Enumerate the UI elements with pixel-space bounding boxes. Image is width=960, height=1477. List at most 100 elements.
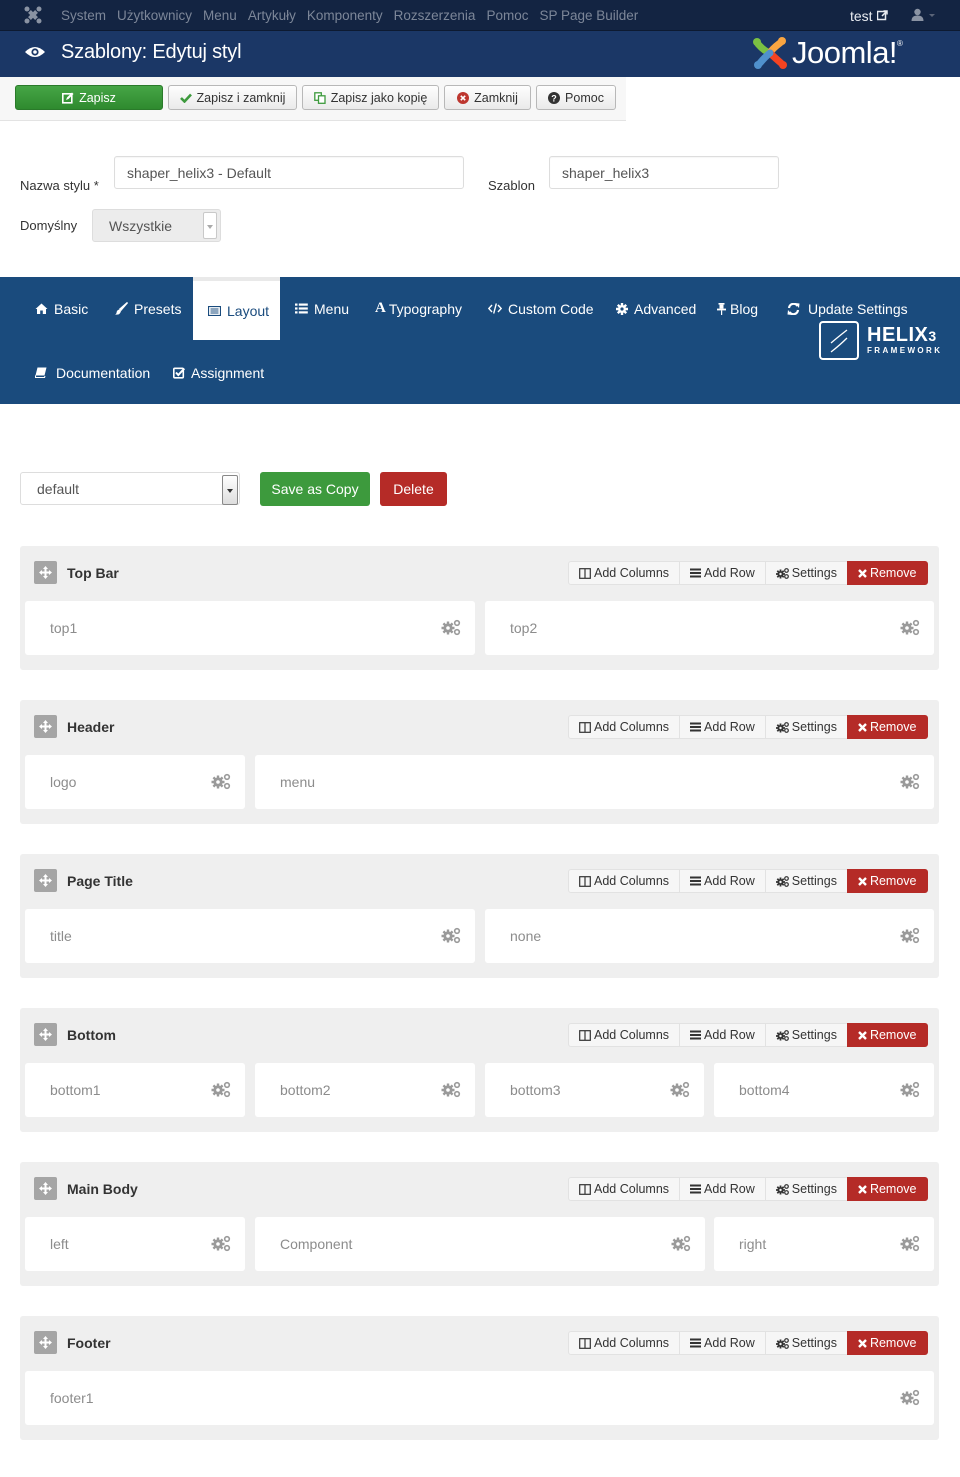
row-title: Page Title	[67, 872, 133, 889]
column-settings-icon[interactable]	[441, 927, 461, 947]
column-settings-icon[interactable]	[900, 1235, 920, 1255]
add-row-button[interactable]: Add Row	[679, 869, 766, 893]
layout-column[interactable]: bottom4	[714, 1063, 934, 1117]
menu-articles[interactable]: Artykuły	[248, 8, 296, 23]
layout-column[interactable]: Component	[255, 1217, 705, 1271]
default-select[interactable]: Wszystkie	[92, 209, 221, 242]
helix-version: 3	[928, 328, 937, 344]
tab-custom-code[interactable]: Custom Code	[488, 277, 594, 340]
column-settings-icon[interactable]	[900, 1389, 920, 1409]
row-settings-button[interactable]: Settings	[764, 1023, 848, 1047]
tab-assignment[interactable]: Assignment	[173, 341, 264, 404]
layout-select[interactable]: default	[20, 472, 240, 505]
column-settings-icon[interactable]	[211, 1235, 231, 1255]
remove-row-button[interactable]: Remove	[846, 869, 928, 893]
site-link[interactable]: test	[850, 0, 888, 31]
row-settings-label: Settings	[791, 566, 837, 580]
layout-column[interactable]: menu	[255, 755, 934, 809]
column-settings-icon[interactable]	[441, 619, 461, 639]
remove-row-button[interactable]: Remove	[846, 715, 928, 739]
column-settings-icon[interactable]	[211, 1081, 231, 1101]
add-columns-button[interactable]: Add Columns	[568, 1023, 681, 1047]
tab-advanced[interactable]: Advanced	[616, 277, 696, 340]
column-settings-icon[interactable]	[670, 1081, 690, 1101]
tab-typography[interactable]: A Typography	[375, 277, 462, 340]
move-icon[interactable]	[34, 1177, 57, 1200]
tab-menu[interactable]: Menu	[295, 277, 349, 340]
save-button[interactable]: Zapisz	[15, 85, 163, 110]
column-settings-icon[interactable]	[671, 1235, 691, 1255]
menu-users[interactable]: Użytkownicy	[117, 8, 192, 23]
add-columns-button[interactable]: Add Columns	[568, 869, 681, 893]
add-row-label: Add Row	[704, 874, 755, 888]
tab-blog[interactable]: Blog	[717, 277, 758, 340]
move-icon[interactable]	[34, 1023, 57, 1046]
menu-extensions[interactable]: Rozszerzenia	[394, 8, 476, 23]
column-name: top2	[510, 620, 538, 636]
row-header: Footer	[34, 1331, 111, 1354]
row-settings-button[interactable]: Settings	[764, 715, 848, 739]
move-icon[interactable]	[34, 561, 57, 584]
menu-menus[interactable]: Menu	[203, 8, 237, 23]
add-columns-button[interactable]: Add Columns	[568, 1331, 681, 1355]
style-name-input[interactable]: shaper_helix3 - Default	[114, 156, 464, 189]
save-as-copy-layout-button[interactable]: Save as Copy	[260, 472, 370, 506]
add-columns-button[interactable]: Add Columns	[568, 1177, 681, 1201]
remove-row-button[interactable]: Remove	[846, 1023, 928, 1047]
layout-column[interactable]: logo	[25, 755, 245, 809]
layout-column[interactable]: left	[25, 1217, 245, 1271]
row-settings-button[interactable]: Settings	[764, 1177, 848, 1201]
row-settings-button[interactable]: Settings	[764, 869, 848, 893]
column-settings-icon[interactable]	[900, 619, 920, 639]
tab-basic[interactable]: Basic	[35, 277, 88, 340]
move-icon[interactable]	[34, 869, 57, 892]
row-settings-button[interactable]: Settings	[764, 1331, 848, 1355]
layout-column[interactable]: top2	[485, 601, 934, 655]
add-row-button[interactable]: Add Row	[679, 715, 766, 739]
layout-row: Top Bar Add Columns Add Row Settings Rem…	[20, 546, 939, 670]
column-settings-icon[interactable]	[900, 927, 920, 947]
user-menu[interactable]	[911, 8, 936, 21]
layout-column[interactable]: bottom3	[485, 1063, 704, 1117]
layout-column[interactable]: title	[25, 909, 475, 963]
column-settings-icon[interactable]	[900, 773, 920, 793]
row-settings-button[interactable]: Settings	[764, 561, 848, 585]
menu-sp-page-builder[interactable]: SP Page Builder	[539, 8, 638, 23]
delete-layout-button[interactable]: Delete	[380, 472, 447, 506]
layout-column[interactable]: bottom1	[25, 1063, 245, 1117]
add-row-button[interactable]: Add Row	[679, 1331, 766, 1355]
add-row-button[interactable]: Add Row	[679, 1177, 766, 1201]
layout-column[interactable]: right	[714, 1217, 934, 1271]
add-row-button[interactable]: Add Row	[679, 1023, 766, 1047]
tab-layout[interactable]: Layout	[193, 277, 280, 340]
column-settings-icon[interactable]	[211, 773, 231, 793]
column-settings-icon[interactable]	[900, 1081, 920, 1101]
column-settings-icon[interactable]	[441, 1081, 461, 1101]
add-row-button[interactable]: Add Row	[679, 561, 766, 585]
joomla-icon[interactable]	[24, 6, 42, 24]
menu-components[interactable]: Komponenty	[307, 8, 383, 23]
menu-help[interactable]: Pomoc	[486, 8, 528, 23]
remove-row-button[interactable]: Remove	[846, 1331, 928, 1355]
remove-row-button[interactable]: Remove	[846, 1177, 928, 1201]
move-icon[interactable]	[34, 1331, 57, 1354]
menu-system[interactable]: System	[61, 8, 106, 23]
add-columns-button[interactable]: Add Columns	[568, 715, 681, 739]
tab-presets[interactable]: Presets	[115, 277, 181, 340]
close-button[interactable]: Zamknij	[444, 85, 531, 110]
layout-column[interactable]: footer1	[25, 1371, 934, 1425]
top-navbar: System Użytkownicy Menu Artykuły Kompone…	[0, 0, 960, 31]
help-button[interactable]: ? Pomoc	[536, 85, 616, 110]
layout-column[interactable]: top1	[25, 601, 475, 655]
save-close-button[interactable]: Zapisz i zamknij	[168, 85, 297, 110]
remove-row-label: Remove	[869, 566, 917, 580]
layout-column[interactable]: bottom2	[255, 1063, 475, 1117]
column-name: top1	[50, 620, 78, 636]
add-columns-button[interactable]: Add Columns	[568, 561, 681, 585]
template-input[interactable]: shaper_helix3	[549, 156, 779, 189]
move-icon[interactable]	[34, 715, 57, 738]
remove-row-button[interactable]: Remove	[846, 561, 928, 585]
save-as-copy-button[interactable]: Zapisz jako kopię	[302, 85, 439, 110]
tab-documentation[interactable]: Documentation	[35, 341, 150, 404]
layout-column[interactable]: none	[485, 909, 934, 963]
